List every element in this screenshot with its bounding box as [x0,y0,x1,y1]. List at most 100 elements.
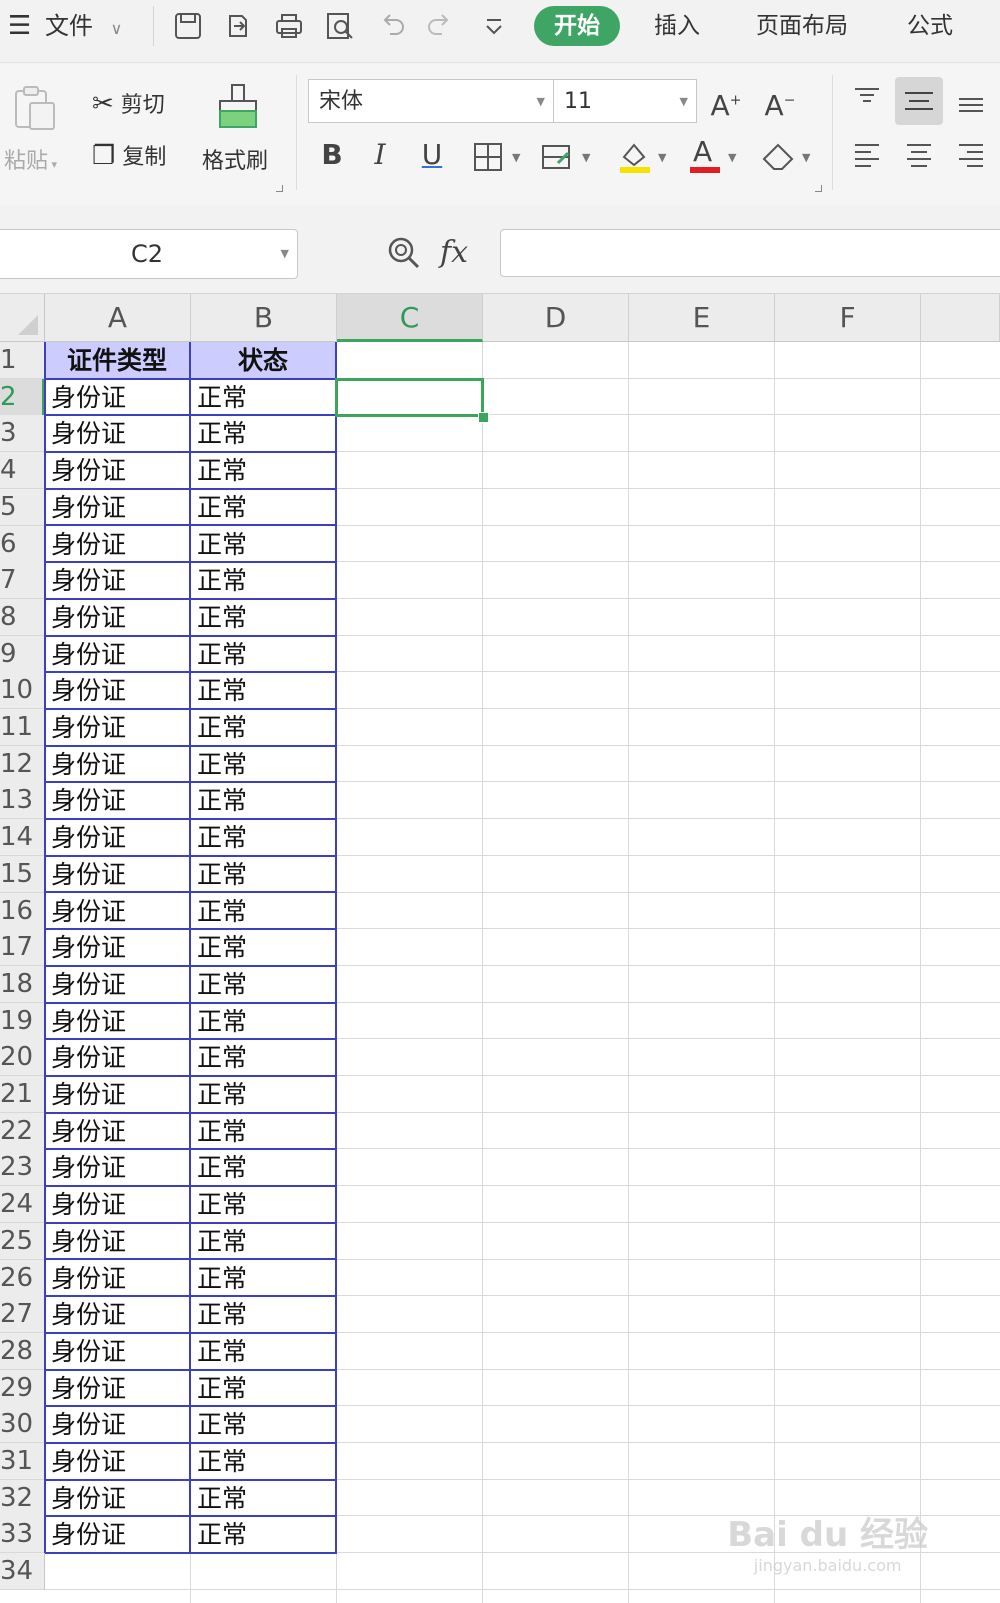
clear-format-icon[interactable] [760,139,798,173]
table-cell[interactable]: 身份证 [45,1186,191,1224]
align-middle-button[interactable] [895,77,943,125]
table-cell[interactable]: 身份证 [45,598,191,637]
table-cell[interactable]: 正常 [191,1112,337,1151]
table-cell[interactable]: 正常 [191,1149,337,1188]
row-header-17[interactable]: 17 [0,929,45,967]
table-cell[interactable]: 身份证 [45,525,191,564]
table-cell[interactable]: 身份证 [45,965,191,1004]
column-header-d[interactable]: D [483,294,629,342]
table-cell[interactable]: 身份证 [45,1039,191,1077]
table-cell[interactable]: 正常 [191,965,337,1004]
table-cell[interactable]: 身份证 [45,819,191,857]
merge-cells-icon[interactable] [540,141,574,173]
row-header-11[interactable]: 11 [0,709,45,746]
fill-color-icon[interactable] [616,137,654,175]
table-cell[interactable]: 身份证 [45,488,191,527]
merge-dropdown-icon[interactable]: ▼ [582,151,590,164]
formula-input[interactable] [500,229,1000,277]
file-menu[interactable]: ☰ 文件 ∨ [8,0,122,52]
customize-dropdown-icon[interactable] [478,10,510,42]
row-header-34[interactable]: 34 [0,1553,45,1591]
insert-function-button[interactable]: fx [440,229,468,277]
bold-button[interactable]: B [312,135,352,175]
table-cell[interactable]: 正常 [191,452,337,490]
table-cell[interactable]: 身份证 [45,929,191,967]
redo-icon[interactable] [424,10,456,42]
table-cell[interactable]: 正常 [191,1406,337,1444]
increase-font-size-button[interactable]: A+ [706,81,746,122]
table-cell[interactable]: 正常 [191,562,337,600]
table-cell[interactable]: 正常 [191,745,337,784]
row-header-27[interactable]: 27 [0,1296,45,1334]
table-cell[interactable]: 正常 [191,1332,337,1371]
format-painter-label[interactable]: 格式刷 [202,143,268,175]
font-size-select[interactable]: 11 ▼ [553,79,697,123]
table-cell[interactable]: 正常 [191,819,337,857]
table-cell[interactable]: 身份证 [45,1443,191,1481]
table-cell[interactable]: 正常 [191,635,337,674]
print-icon[interactable] [273,10,305,42]
table-cell[interactable]: 正常 [191,1479,337,1518]
print-preview-icon[interactable] [324,10,356,42]
table-cell[interactable]: 正常 [191,1296,337,1334]
font-color-dropdown-icon[interactable]: ▼ [728,151,736,164]
table-cell[interactable]: 身份证 [45,1002,191,1041]
table-cell[interactable]: 正常 [191,1516,337,1555]
row-header-20[interactable]: 20 [0,1039,45,1077]
spreadsheet-grid[interactable]: ABCDEF 1 2 3 4 5 6 7 8 9 10 11 12 13 14 15 16 17 18 19 20 21… [0,294,1000,1603]
header-cell[interactable]: 状态 [191,342,337,380]
format-painter-icon[interactable] [214,81,262,133]
row-header-33[interactable]: 33 [0,1516,45,1554]
table-cell[interactable]: 正常 [191,1369,337,1408]
header-cell[interactable]: 证件类型 [45,342,191,380]
row-header-3[interactable]: 3 [0,415,45,453]
tab-home[interactable]: 开始 [534,6,620,46]
table-cell[interactable]: 正常 [191,598,337,637]
borders-dropdown-icon[interactable]: ▼ [512,151,520,164]
table-cell[interactable]: 身份证 [45,1149,191,1188]
table-cell[interactable]: 身份证 [45,635,191,674]
table-cell[interactable]: 正常 [191,1076,337,1114]
font-name-select[interactable]: 宋体 ▼ [308,79,554,123]
row-header-7[interactable]: 7 [0,562,45,600]
table-cell[interactable]: 正常 [191,378,337,417]
tab-page-layout[interactable]: 页面布局 [756,0,848,52]
row-header-26[interactable]: 26 [0,1259,45,1297]
align-right-icon[interactable] [954,139,988,173]
column-header-c[interactable]: C [337,294,483,342]
row-header-30[interactable]: 30 [0,1406,45,1444]
table-cell[interactable]: 身份证 [45,1332,191,1371]
row-header-6[interactable]: 6 [0,525,45,563]
row-header-21[interactable]: 21 [0,1076,45,1113]
table-cell[interactable]: 身份证 [45,672,191,710]
table-cell[interactable]: 身份证 [45,1259,191,1298]
paste-icon[interactable] [10,83,60,133]
italic-button[interactable]: I [360,135,400,175]
fill-handle[interactable] [478,412,489,424]
table-cell[interactable]: 身份证 [45,1479,191,1518]
row-header-19[interactable]: 19 [0,1002,45,1040]
export-icon[interactable] [222,10,254,42]
table-cell[interactable]: 身份证 [45,415,191,454]
table-cell[interactable]: 正常 [191,1222,337,1261]
table-cell[interactable]: 正常 [191,1186,337,1224]
row-header-12[interactable]: 12 [0,745,45,783]
table-cell[interactable]: 正常 [191,415,337,454]
row-header-5[interactable]: 5 [0,488,45,526]
table-cell[interactable]: 正常 [191,782,337,821]
row-header-2[interactable]: 2 [0,378,45,416]
font-color-icon[interactable]: A [688,135,722,175]
table-cell[interactable]: 身份证 [45,1296,191,1334]
table-cell[interactable]: 身份证 [45,1369,191,1408]
row-header-4[interactable]: 4 [0,452,45,490]
table-cell[interactable]: 身份证 [45,709,191,747]
select-all-corner[interactable] [0,294,45,342]
tab-insert[interactable]: 插入 [654,0,700,52]
row-header-15[interactable]: 15 [0,855,45,893]
undo-icon[interactable] [376,10,408,42]
table-cell[interactable]: 正常 [191,1443,337,1481]
copy-button[interactable]: ❐ 复制 [92,139,166,171]
align-bottom-icon[interactable] [954,83,988,117]
fill-color-dropdown-icon[interactable]: ▼ [658,151,666,164]
borders-icon[interactable] [472,141,504,173]
